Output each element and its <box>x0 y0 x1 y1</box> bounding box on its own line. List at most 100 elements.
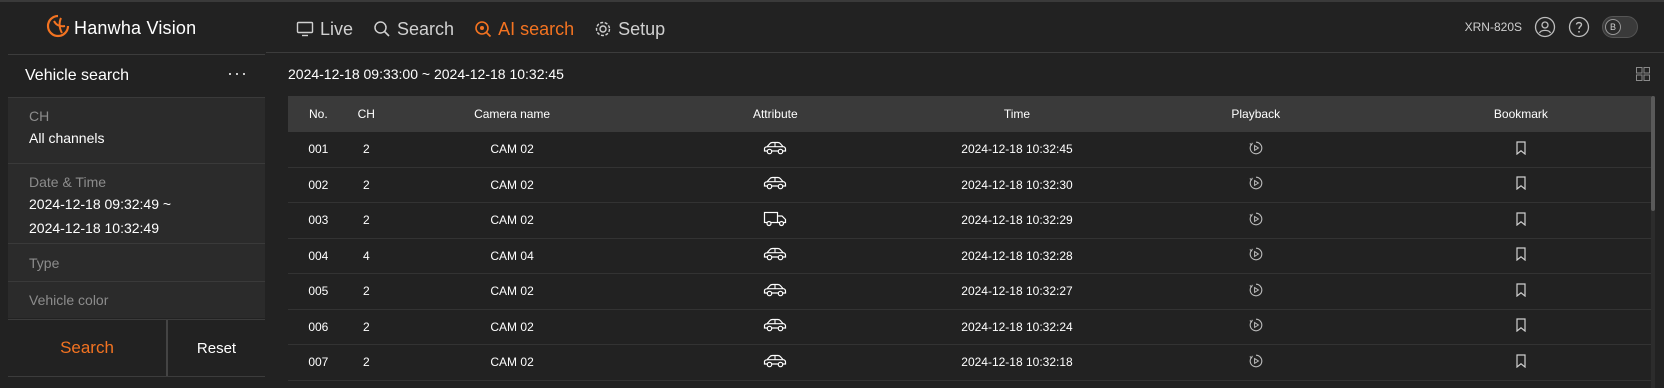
cell-ch: 2 <box>362 142 370 157</box>
scrollbar-thumb[interactable] <box>1651 96 1655 211</box>
car-icon <box>763 318 787 335</box>
playback-icon[interactable] <box>1249 354 1263 371</box>
cell-ch: 2 <box>362 213 370 228</box>
action-buttons: Search Reset <box>8 319 265 377</box>
cell-time: 2024-12-18 10:32:45 <box>961 142 1073 157</box>
table-row[interactable]: 006 2 CAM 02 2024-12-18 10:32:24 <box>288 310 1654 345</box>
cell-camera-name: CAM 02 <box>490 355 534 370</box>
nav-live-label: Live <box>320 18 354 39</box>
nav-search-label: Search <box>397 18 455 39</box>
playback-icon[interactable] <box>1249 283 1263 300</box>
main-nav: Live Search AI search Setup <box>296 14 665 44</box>
cell-time: 2024-12-18 10:32:27 <box>961 284 1073 299</box>
cell-ch: 4 <box>362 248 370 263</box>
vehicle-color-field[interactable]: Vehicle color <box>8 281 265 318</box>
cell-playback <box>1124 176 1388 193</box>
cell-no: 004 <box>308 248 329 263</box>
user-icon[interactable] <box>1534 16 1556 38</box>
nav-ai-search[interactable]: AI search <box>474 19 574 40</box>
nav-ai-search-label: AI search <box>498 18 575 39</box>
cell-attribute <box>640 283 910 300</box>
cell-no: 003 <box>308 213 329 228</box>
playback-icon[interactable] <box>1249 247 1263 264</box>
playback-icon[interactable] <box>1249 176 1263 193</box>
help-icon[interactable] <box>1568 16 1590 38</box>
panel-title: Vehicle search <box>25 67 130 84</box>
vehicle-color-label: Vehicle color <box>29 292 109 308</box>
table-body: 001 2 CAM 02 2024-12-18 10:32:45 002 2 CAM 02 2… <box>288 132 1654 381</box>
cell-camera-name: CAM 02 <box>490 142 534 157</box>
table-row[interactable]: 007 2 CAM 02 2024-12-18 10:32:18 <box>288 345 1654 381</box>
table-row[interactable]: 003 2 CAM 02 2024-12-18 10:32:29 <box>288 203 1654 239</box>
table-scrollbar[interactable] <box>1651 96 1655 388</box>
toggle-knob: B <box>1605 19 1621 35</box>
search-button[interactable]: Search <box>8 320 168 376</box>
table-row[interactable]: 001 2 CAM 02 2024-12-18 10:32:45 <box>288 132 1654 168</box>
ch-value: All channels <box>29 130 105 146</box>
device-model: XRN-820S <box>1464 20 1522 34</box>
bookmark-icon[interactable] <box>1515 212 1527 229</box>
car-icon <box>763 283 787 300</box>
playback-icon[interactable] <box>1249 318 1263 335</box>
cell-ch: 2 <box>362 355 370 370</box>
reset-button[interactable]: Reset <box>168 320 265 376</box>
nav-search[interactable]: Search <box>373 19 454 40</box>
cell-time: 2024-12-18 10:32:28 <box>961 248 1073 263</box>
cell-bookmark <box>1388 176 1654 193</box>
theme-toggle[interactable]: B <box>1602 16 1638 38</box>
bookmark-icon[interactable] <box>1515 247 1527 264</box>
bookmark-icon[interactable] <box>1515 176 1527 193</box>
table-row[interactable]: 002 2 CAM 02 2024-12-18 10:32:30 <box>288 168 1654 203</box>
col-camera-name[interactable]: Camera name <box>384 107 640 121</box>
cell-camera-name: CAM 04 <box>490 248 534 263</box>
col-ch[interactable]: CH <box>349 107 384 121</box>
table-row[interactable]: 004 4 CAM 04 2024-12-18 10:32:28 <box>288 239 1654 274</box>
cell-bookmark <box>1388 318 1654 335</box>
cell-ch: 2 <box>362 319 370 334</box>
playback-icon[interactable] <box>1249 141 1263 158</box>
nav-live[interactable]: Live <box>296 19 353 40</box>
car-icon <box>763 176 787 193</box>
bookmark-icon[interactable] <box>1515 141 1527 158</box>
cell-no: 006 <box>308 319 329 334</box>
search-icon <box>373 20 391 38</box>
col-no[interactable]: No. <box>288 107 349 121</box>
ch-label: CH <box>29 108 50 124</box>
grid-view-icon[interactable] <box>1636 67 1650 86</box>
col-playback[interactable]: Playback <box>1124 107 1388 121</box>
playback-icon[interactable] <box>1249 212 1263 229</box>
cell-attribute <box>640 141 910 158</box>
cell-time: 2024-12-18 10:32:24 <box>961 319 1073 334</box>
truck-icon <box>763 211 787 230</box>
results-table: No. CH Camera name Attribute Time Playba… <box>288 96 1654 388</box>
cell-no: 007 <box>308 355 329 370</box>
header-tools: XRN-820S B <box>1465 16 1638 38</box>
more-options-icon[interactable]: ··· <box>227 64 248 82</box>
panel-header: Vehicle search ··· <box>8 55 265 97</box>
bookmark-icon[interactable] <box>1515 354 1527 371</box>
search-panel: Vehicle search ··· CH All channels Date … <box>8 54 265 388</box>
cell-playback <box>1124 141 1388 158</box>
hanwha-logo-icon <box>46 14 70 43</box>
cell-attribute <box>640 318 910 335</box>
datetime-from: 2024-12-18 09:32:49 ~ <box>29 196 172 212</box>
cell-no: 002 <box>308 177 329 192</box>
table-row[interactable]: 005 2 CAM 02 2024-12-18 10:32:27 <box>288 274 1654 310</box>
col-attribute[interactable]: Attribute <box>640 107 910 121</box>
nav-setup[interactable]: Setup <box>594 19 665 40</box>
bookmark-icon[interactable] <box>1515 318 1527 335</box>
col-time[interactable]: Time <box>910 107 1123 121</box>
cell-time: 2024-12-18 10:32:18 <box>961 355 1073 370</box>
cell-time: 2024-12-18 10:32:29 <box>961 213 1073 228</box>
bookmark-icon[interactable] <box>1515 283 1527 300</box>
logo[interactable]: Hanwha Vision <box>46 14 196 42</box>
ch-field[interactable]: CH All channels <box>8 97 265 163</box>
type-field[interactable]: Type <box>8 243 265 281</box>
datetime-field[interactable]: Date & Time 2024-12-18 09:32:49 ~ 2024-1… <box>8 163 265 243</box>
cell-camera-name: CAM 02 <box>490 319 534 334</box>
cell-bookmark <box>1388 354 1654 371</box>
col-bookmark[interactable]: Bookmark <box>1388 107 1654 121</box>
header: Hanwha Vision Live Search AI search Setu… <box>0 2 1664 54</box>
nav-setup-label: Setup <box>618 18 666 39</box>
cell-no: 005 <box>308 284 329 299</box>
